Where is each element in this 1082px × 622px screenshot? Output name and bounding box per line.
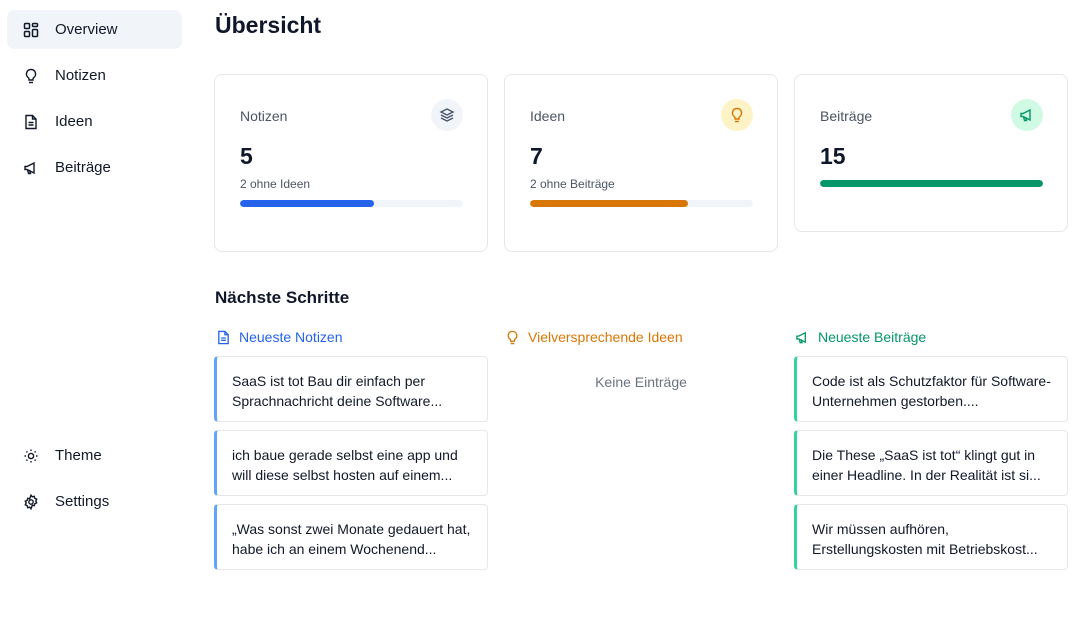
progress-fill: [820, 180, 1043, 187]
sidebar-item-label: Theme: [55, 447, 102, 464]
column-title: Vielversprechende Ideen: [528, 329, 683, 345]
card-label: Notizen: [240, 108, 288, 124]
sidebar-item-label: Settings: [55, 493, 110, 510]
dashboard-icon: [23, 22, 39, 38]
megaphone-icon: [23, 160, 39, 176]
sidebar-item-label: Beiträge: [55, 159, 111, 176]
sidebar: Overview Notizen Ideen Beiträge Theme Se…: [0, 0, 190, 622]
sidebar-item-beitraege[interactable]: Beiträge: [7, 148, 182, 187]
entry-text: Die These „SaaS ist tot“ klingt gut in e…: [812, 447, 1041, 483]
layers-icon: [431, 99, 463, 131]
page-title: Übersicht: [215, 12, 322, 38]
card-label: Beiträge: [820, 108, 873, 124]
sun-icon: [23, 448, 39, 464]
stat-card-notizen[interactable]: Notizen 5 2 ohne Ideen: [214, 74, 488, 252]
entry-text: SaaS ist tot Bau dir einfach per Sprachn…: [232, 373, 443, 409]
column-title: Neueste Notizen: [239, 329, 343, 345]
list-item[interactable]: Die These „SaaS ist tot“ klingt gut in e…: [794, 430, 1068, 496]
stat-card-ideen[interactable]: Ideen 7 2 ohne Beiträge: [504, 74, 778, 252]
progress-bar: [820, 180, 1043, 187]
list-item[interactable]: „Was sonst zwei Monate gedauert hat, hab…: [214, 504, 488, 570]
card-label: Ideen: [530, 108, 566, 124]
progress-fill: [530, 200, 689, 207]
sidebar-item-notizen[interactable]: Notizen: [7, 56, 182, 95]
card-subtext: 2 ohne Beiträge: [530, 177, 615, 191]
column-header-ideen: Vielversprechende Ideen: [504, 329, 683, 345]
empty-state: Keine Einträge: [595, 374, 687, 390]
sidebar-item-label: Overview: [55, 21, 118, 38]
list-item[interactable]: ich baue gerade selbst eine app und will…: [214, 430, 488, 496]
lightbulb-icon: [23, 68, 39, 84]
entry-text: „Was sonst zwei Monate gedauert hat, hab…: [232, 521, 471, 557]
sidebar-item-label: Ideen: [55, 113, 93, 130]
section-title: Nächste Schritte: [215, 288, 350, 307]
progress-bar: [530, 200, 753, 207]
card-value: 7: [530, 143, 543, 169]
lightbulb-icon: [504, 329, 520, 345]
progress-bar: [240, 200, 463, 207]
document-icon: [23, 114, 39, 130]
megaphone-icon: [794, 329, 810, 345]
sidebar-item-ideen[interactable]: Ideen: [7, 102, 182, 141]
entry-text: Wir müssen aufhören, Erstellungskosten m…: [812, 521, 1038, 557]
column-title: Neueste Beiträge: [818, 329, 927, 345]
list-item[interactable]: SaaS ist tot Bau dir einfach per Sprachn…: [214, 356, 488, 422]
stat-card-beitraege[interactable]: Beiträge 15: [794, 74, 1068, 232]
column-header-beitraege: Neueste Beiträge: [794, 329, 926, 345]
card-value: 5: [240, 143, 253, 169]
sidebar-item-label: Notizen: [55, 67, 106, 84]
list-item[interactable]: Wir müssen aufhören, Erstellungskosten m…: [794, 504, 1068, 570]
document-icon: [215, 329, 231, 345]
card-subtext: 2 ohne Ideen: [240, 177, 311, 191]
column-header-notizen: Neueste Notizen: [215, 329, 343, 345]
entry-text: Code ist als Schutzfaktor für Software-U…: [812, 373, 1051, 409]
sidebar-item-theme[interactable]: Theme: [7, 436, 182, 475]
list-item[interactable]: Code ist als Schutzfaktor für Software-U…: [794, 356, 1068, 422]
lightbulb-icon: [721, 99, 753, 131]
megaphone-icon: [1011, 99, 1043, 131]
gear-icon: [23, 494, 39, 510]
entry-text: ich baue gerade selbst eine app und will…: [232, 447, 458, 483]
sidebar-item-overview[interactable]: Overview: [7, 10, 182, 49]
progress-fill: [240, 200, 374, 207]
card-value: 15: [820, 143, 846, 169]
sidebar-item-settings[interactable]: Settings: [7, 482, 182, 521]
